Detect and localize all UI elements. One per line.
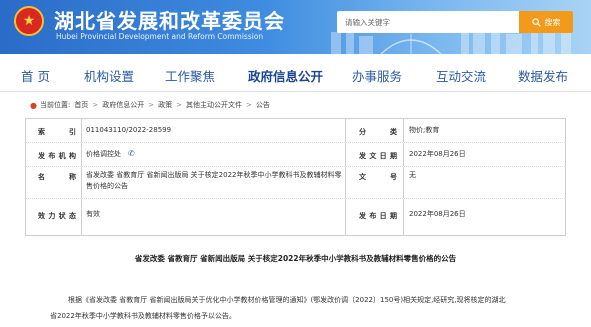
breadcrumb: ● 当前位置: 首页 > 政府信息公开 > 政策 > 其他主动公开文件 > 公告 [30, 100, 270, 110]
column-divider [345, 199, 346, 235]
breadcrumb-policy[interactable]: 政策 [158, 100, 172, 110]
breadcrumb-separator: > [245, 101, 252, 109]
site-subtitle: Hubei Provincial Development and Reform … [56, 32, 264, 41]
paragraph-line-2: 省2022年秋季中小学教科书及教辅材料零售价格予以公告。 [50, 312, 236, 320]
nav-item-data[interactable]: 数据发布 [518, 66, 568, 85]
pubdate-value: 2022年08月26日 [409, 210, 466, 218]
info-row-name: 名 称 省发改委 省教育厅 省新闻出版局 关于核定2022年秋季中小学教科书及教… [26, 167, 565, 199]
breadcrumb-separator: > [148, 101, 155, 109]
breadcrumb-notice[interactable]: 公告 [256, 100, 270, 110]
nav-item-gov-info[interactable]: 政府信息公开 [248, 66, 323, 85]
index-label: 索 引 [38, 128, 76, 136]
article-paragraph: 根据《省发改委 省教育厅 省新闻出版局关于优化中小学教材价格管理的通知》(鄂发改… [50, 292, 548, 324]
status-value: 有效 [86, 210, 100, 218]
index-value: 011043110/2022-28599 [86, 126, 172, 134]
main-nav: 首 页 机构设置 工作聚焦 政府信息公开 办事服务 互动交流 数据发布 [0, 54, 591, 92]
national-emblem-icon[interactable]: ★ [14, 6, 44, 36]
nav-item-organization[interactable]: 机构设置 [84, 66, 134, 85]
category-label: 分 类 [359, 128, 397, 136]
column-divider [81, 119, 82, 142]
search-button[interactable]: 搜索 [519, 11, 573, 33]
site-title[interactable]: 湖北省发展和改革委员会 [54, 5, 285, 34]
nav-item-focus[interactable]: 工作聚焦 [165, 66, 215, 85]
column-divider [81, 143, 82, 166]
column-divider [403, 143, 404, 166]
name-label: 名 称 [38, 173, 76, 181]
publisher-value: 价格调控处 [86, 150, 121, 158]
docno-value: 无 [409, 171, 416, 179]
column-divider [403, 167, 404, 198]
search-input[interactable]: 请输入关键字 [337, 11, 519, 33]
column-divider [81, 199, 82, 235]
category-value: 物价;教育 [409, 126, 440, 134]
publisher-label: 发布机构 [38, 152, 76, 160]
nav-item-interaction[interactable]: 互动交流 [436, 66, 486, 85]
column-divider [345, 167, 346, 198]
column-divider [403, 199, 404, 235]
status-label: 效力状态 [38, 212, 76, 220]
breadcrumb-separator: > [92, 101, 99, 109]
column-divider [345, 119, 346, 142]
nav-item-home[interactable]: 首 页 [21, 66, 50, 85]
column-divider [345, 143, 346, 166]
date-label: 发文日期 [359, 152, 397, 160]
breadcrumb-other-files[interactable]: 其他主动公开文件 [186, 100, 242, 110]
breadcrumb-home[interactable]: 首页 [74, 100, 88, 110]
breadcrumb-gov-info[interactable]: 政府信息公开 [102, 100, 144, 110]
site-header: ★ 湖北省发展和改革委员会 Hubei Provincial Developme… [0, 0, 591, 54]
article-title: 省发改委 省教育厅 省新闻出版局 关于核定2022年秋季中小学教科书及教辅材料零… [134, 254, 457, 263]
paragraph-line-1: 根据《省发改委 省教育厅 省新闻出版局关于优化中小学教材价格管理的通知》(鄂发改… [68, 296, 506, 304]
docno-label: 文 号 [359, 173, 397, 181]
name-value: 省发改委 省教育厅 省新闻出版局 关于核定2022年秋季中小学教科书及教辅材料零… [86, 171, 342, 190]
nav-item-services[interactable]: 办事服务 [352, 66, 402, 85]
breadcrumb-separator: > [176, 101, 182, 109]
location-pin-icon: ● [30, 100, 37, 110]
search-icon [531, 17, 541, 27]
info-row-index: 索 引 011043110/2022-28599 分 类 物价;教育 [26, 119, 565, 143]
info-row-publisher: 发布机构 价格调控处 ✆ 发文日期 2022年08月26日 [26, 143, 565, 167]
phone-icon[interactable]: ✆ [128, 149, 135, 158]
search-button-label: 搜索 [544, 17, 561, 27]
pubdate-label: 发布日期 [359, 212, 397, 220]
breadcrumb-prefix: 当前位置: [39, 101, 71, 109]
document-info-table: 索 引 011043110/2022-28599 分 类 物价;教育 发布机构 … [25, 118, 566, 236]
date-value: 2022年08月26日 [409, 150, 466, 158]
column-divider [403, 119, 404, 142]
column-divider [81, 167, 82, 198]
info-row-status: 效力状态 有效 发布日期 2022年08月26日 [26, 199, 565, 235]
